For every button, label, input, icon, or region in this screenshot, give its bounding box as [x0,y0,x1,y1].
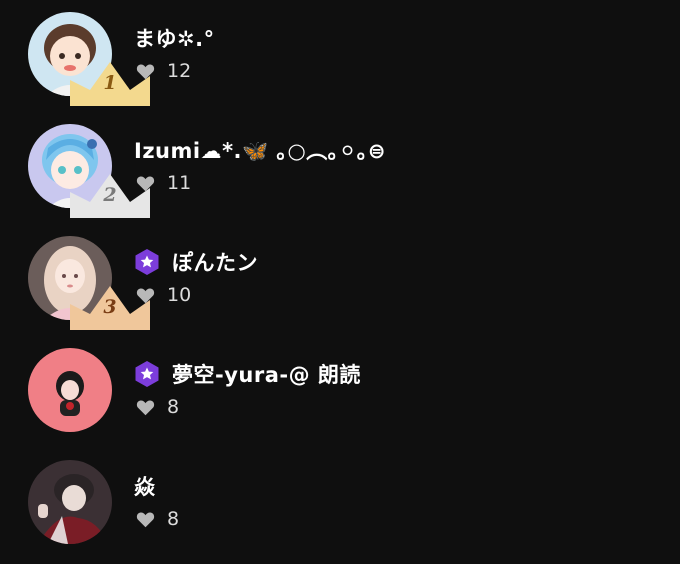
likes-line: 12 [136,60,191,82]
like-count: 11 [167,172,192,194]
heart-icon [136,400,155,415]
user-name[interactable]: 焱 [134,471,156,501]
ranking-row-3[interactable]: 3 ぽんたン 10 [0,236,680,340]
avatar-container [28,460,112,544]
avatar-container: 2 [28,124,150,218]
user-name-line: ぽんたン [134,248,258,276]
likes-line: 10 [136,284,191,306]
user-name-line: まゆ✲.° [134,24,215,52]
ranking-row-2[interactable]: 2 Izumi☁*.🦋 ｡○︵｡⚪︎｡⊜ 11 [0,124,680,228]
avatar-container [28,348,112,432]
like-count: 8 [167,508,180,530]
user-name[interactable]: まゆ✲.° [134,23,215,53]
likes-line: 8 [136,396,179,418]
likes-line: 11 [136,172,191,194]
likes-line: 8 [136,508,179,530]
ranking-row-1[interactable]: 1 まゆ✲.° 12 [0,12,680,116]
heart-icon [136,512,155,527]
like-count: 8 [167,396,180,418]
heart-icon [136,176,155,191]
user-name[interactable]: 夢空-yura-@ 朗読 [172,359,361,389]
user-name-line: Izumi☁*.🦋 ｡○︵｡⚪︎｡⊜ [134,136,386,164]
heart-icon [136,288,155,303]
star-hexagon-badge-icon [135,361,159,387]
user-name-line: 焱 [134,472,156,500]
user-name-line: 夢空-yura-@ 朗読 [134,360,361,388]
user-name[interactable]: Izumi☁*.🦋 ｡○︵｡⚪︎｡⊜ [134,135,386,165]
like-count: 10 [167,284,192,306]
ranking-row-4[interactable]: 夢空-yura-@ 朗読 8 [0,348,680,452]
like-ranking-list: 1 まゆ✲.° 12 2 Izumi☁*.🦋 ｡○︵｡⚪︎｡⊜ 11 3 ぽんた… [0,0,680,562]
avatar-container: 1 [28,12,150,106]
like-count: 12 [167,60,192,82]
ranking-row-5[interactable]: 焱 8 [0,460,680,564]
user-name[interactable]: ぽんたン [172,247,258,277]
avatar[interactable] [28,460,112,544]
heart-icon [136,64,155,79]
star-hexagon-badge-icon [135,249,159,275]
avatar[interactable] [28,348,112,432]
avatar-container: 3 [28,236,150,330]
